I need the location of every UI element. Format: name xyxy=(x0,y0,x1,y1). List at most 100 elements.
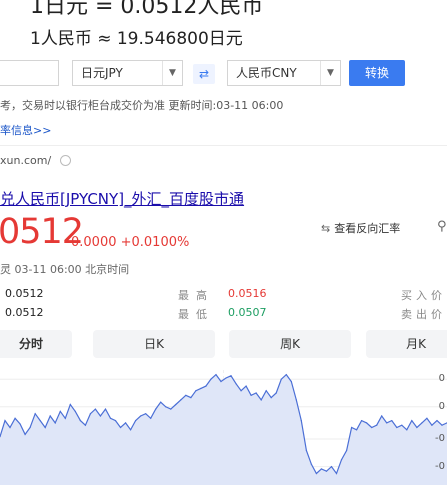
sell-price-label: 卖出价 xyxy=(401,308,446,321)
price-point xyxy=(185,394,187,396)
buy-price-label: 买入价 xyxy=(401,289,446,302)
price-point xyxy=(165,406,167,408)
price-point xyxy=(104,408,107,410)
intraday-chart-svg xyxy=(0,370,447,485)
high-value: 0.0516 xyxy=(228,287,267,300)
price-point xyxy=(64,417,66,419)
price-point xyxy=(406,429,408,431)
price-point xyxy=(175,403,177,406)
price-point xyxy=(240,390,242,392)
price-change: 0.0000 +0.0100% xyxy=(71,235,190,250)
price-point xyxy=(325,470,328,472)
price-point xyxy=(335,472,338,475)
price-point xyxy=(140,415,142,417)
price-point xyxy=(44,426,46,429)
price-point xyxy=(361,420,363,422)
from-currency-value: 日元JPY xyxy=(81,66,123,80)
y-tick-label: -0 xyxy=(435,433,445,444)
prev-close-value: 0.0512 xyxy=(5,306,44,319)
price-point xyxy=(180,399,182,401)
price-point xyxy=(320,468,323,470)
quote-title-link[interactable]: 兑人民币[JPYCNY]_外汇_百度股市通 xyxy=(0,188,244,209)
price-point xyxy=(275,392,277,394)
section-divider xyxy=(0,145,447,146)
to-currency-select[interactable]: 人民币CNY ▼ xyxy=(227,60,341,86)
price-point xyxy=(190,397,192,399)
low-label: 最低 xyxy=(178,308,214,321)
price-point xyxy=(235,383,237,385)
y-tick-label: 0 xyxy=(438,373,445,385)
price-point xyxy=(290,380,292,383)
price-point xyxy=(39,420,41,422)
price-point xyxy=(225,377,227,379)
price-point xyxy=(160,401,162,403)
rate-note: 考，交易时以银行柜台成交价为准 更新时间:03-11 06:00 xyxy=(0,99,284,112)
price-point xyxy=(69,403,71,406)
price-point xyxy=(441,424,443,426)
high-label: 最高 xyxy=(178,289,214,302)
price-point xyxy=(129,429,132,431)
price-point xyxy=(119,426,122,429)
price-point xyxy=(220,380,222,383)
amount-input[interactable] xyxy=(0,60,59,86)
price-point xyxy=(230,375,232,377)
rate-line-jpy-to-cny: 1日元 = 0.0512人民币 xyxy=(30,0,264,19)
source-site-url[interactable]: xun.com/ xyxy=(0,154,51,167)
price-point xyxy=(145,413,147,415)
tab-intraday[interactable]: 分时 xyxy=(0,330,72,358)
chevron-down-icon: ▼ xyxy=(320,61,340,85)
price-point xyxy=(270,397,272,399)
price-point xyxy=(366,422,368,424)
price-point xyxy=(401,424,403,426)
price-point xyxy=(200,387,202,389)
price-point xyxy=(74,410,76,412)
y-tick-label: -0 xyxy=(435,460,445,472)
price-point xyxy=(155,408,157,410)
price-point xyxy=(426,417,428,419)
price-point xyxy=(371,426,373,429)
price-point xyxy=(84,424,86,426)
price-point xyxy=(99,415,102,417)
chevron-down-icon: ▼ xyxy=(162,61,182,85)
price-point xyxy=(19,423,21,425)
site-info-icon[interactable] xyxy=(60,155,71,166)
price-point xyxy=(280,378,282,380)
price-point xyxy=(265,390,267,392)
price-point xyxy=(49,415,51,417)
price-point xyxy=(330,466,333,468)
tab-monthly-k[interactable]: 月K xyxy=(366,330,447,358)
y-tick-label: 0 xyxy=(438,400,445,412)
price-point xyxy=(260,399,262,401)
price-point xyxy=(300,420,302,422)
price-point xyxy=(170,408,172,410)
price-point xyxy=(114,420,117,422)
price-point xyxy=(109,417,112,419)
price-point xyxy=(345,449,348,452)
price-point xyxy=(210,378,212,380)
convert-button[interactable]: 转换 xyxy=(349,60,405,86)
to-currency-value: 人民币CNY xyxy=(236,66,297,80)
price-point xyxy=(215,374,217,376)
tab-weekly-k[interactable]: 周K xyxy=(229,330,351,358)
low-value: 0.0507 xyxy=(228,306,267,319)
price-point xyxy=(79,420,81,422)
price-point xyxy=(421,422,423,424)
intraday-chart: 0 0 -0 -0 xyxy=(0,370,447,485)
view-reverse-rate-label: 查看反向汇率 xyxy=(334,222,401,235)
swap-icon: ⇆ xyxy=(321,222,331,235)
from-currency-select[interactable]: 日元JPY ▼ xyxy=(72,60,183,86)
price-point xyxy=(396,426,398,429)
price-point xyxy=(431,424,433,426)
price-point xyxy=(205,385,207,387)
price-point xyxy=(4,420,6,422)
tab-daily-k[interactable]: 日K xyxy=(93,330,215,358)
price-point xyxy=(24,433,26,435)
more-rate-info-link[interactable]: 率信息>> xyxy=(0,122,51,138)
swap-arrows-icon[interactable]: ⇄ xyxy=(193,64,215,84)
price-point xyxy=(416,426,418,429)
price-point xyxy=(376,424,378,426)
view-reverse-rate-button[interactable]: ⇆ 查看反向汇率 xyxy=(321,220,400,236)
price-point xyxy=(89,413,92,415)
price-point xyxy=(411,420,413,422)
search-icon[interactable]: ⚲ xyxy=(437,219,447,234)
